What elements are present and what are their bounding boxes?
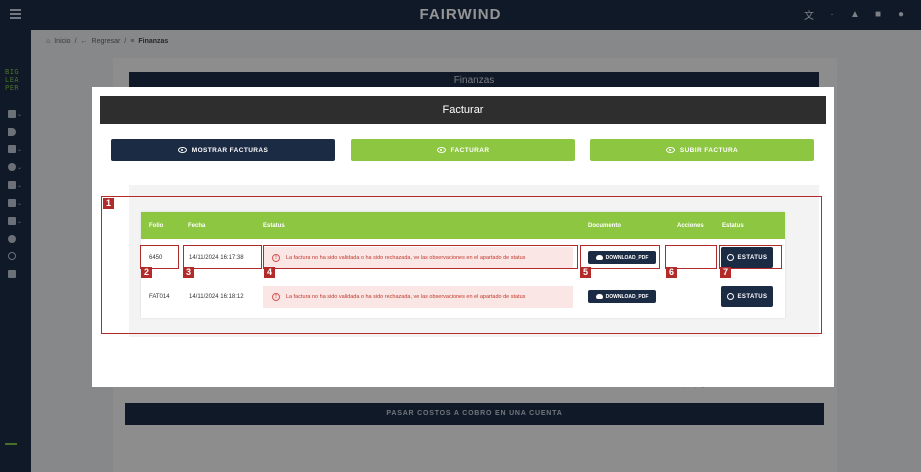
show-invoices-button[interactable]: MOSTRAR FACTURAS (111, 139, 335, 161)
annotation-box-6 (665, 245, 717, 269)
annotation-label-2: 2 (141, 267, 152, 278)
annotation-box-2 (140, 245, 179, 269)
upload-invoice-button[interactable]: SUBIR FACTURA (590, 139, 814, 161)
annotation-label-7: 7 (720, 267, 731, 278)
eye-off-icon (177, 147, 187, 153)
eye-off-icon (665, 147, 675, 153)
annotation-box-7 (719, 245, 782, 269)
eye-icon (436, 147, 446, 153)
annotation-label-5: 5 (580, 267, 591, 278)
annotation-box-5 (580, 245, 660, 269)
invoice-button[interactable]: FACTURAR (351, 139, 575, 161)
annotation-label-6: 6 (666, 267, 677, 278)
modal-title: Facturar (100, 96, 826, 124)
annotation-box-3 (183, 245, 262, 269)
annotation-label-3: 3 (183, 267, 194, 278)
annotation-box-4 (263, 245, 578, 269)
annotation-label-1: 1 (103, 198, 114, 209)
annotation-label-4: 4 (264, 267, 275, 278)
